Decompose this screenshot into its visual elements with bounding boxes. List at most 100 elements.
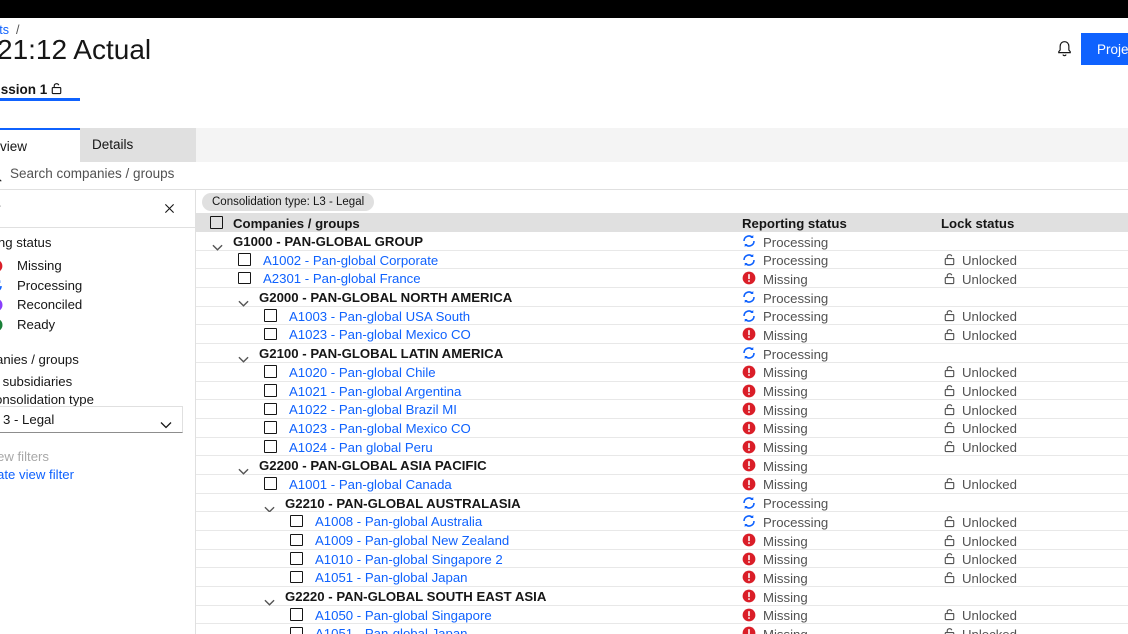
unlock-icon xyxy=(943,477,956,490)
company-link[interactable]: A1023 - Pan-global Mexico CO xyxy=(289,327,471,342)
filter-option-processing[interactable]: Processing xyxy=(0,278,82,293)
filter-option-reconciled[interactable]: Reconciled xyxy=(0,297,82,312)
row-checkbox[interactable] xyxy=(264,328,277,341)
subsidiaries-option[interactable]: l subsidiaries xyxy=(0,374,72,389)
row-checkbox[interactable] xyxy=(290,627,303,634)
table-row[interactable]: A1020 - Pan-global ChileMissingUnlocked xyxy=(196,363,1128,382)
filter-option-missing[interactable]: Missing xyxy=(0,258,62,273)
company-link[interactable]: A1001 - Pan-global Canada xyxy=(289,477,452,492)
reporting-status-label: Processing xyxy=(763,291,828,306)
table-row[interactable]: G2000 - PAN-GLOBAL NORTH AMERICAProcessi… xyxy=(196,288,1128,307)
row-checkbox[interactable] xyxy=(264,421,277,434)
table-row[interactable]: A1023 - Pan-global Mexico COMissingUnloc… xyxy=(196,419,1128,438)
company-link[interactable]: A1050 - Pan-global Singapore xyxy=(315,608,492,623)
unlock-icon xyxy=(943,328,956,341)
chevron-down-icon[interactable] xyxy=(264,500,275,507)
chevron-down-icon[interactable] xyxy=(212,238,223,245)
table-row[interactable]: A1022 - Pan-global Brazil MIMissingUnloc… xyxy=(196,400,1128,419)
lock-status-label: Unlocked xyxy=(962,384,1017,399)
unlock-icon xyxy=(943,534,956,547)
table-row[interactable]: A1024 - Pan global PeruMissingUnlocked xyxy=(196,438,1128,457)
submission-tab[interactable]: ission 1 xyxy=(0,82,47,97)
unlock-icon xyxy=(943,627,956,634)
table-row[interactable]: A1051 - Pan-global JapanMissingUnlocked xyxy=(196,568,1128,587)
company-link[interactable]: A1022 - Pan-global Brazil MI xyxy=(289,402,457,417)
unlock-icon xyxy=(50,82,63,95)
row-checkbox[interactable] xyxy=(290,552,303,565)
table-row[interactable]: A1001 - Pan-global CanadaMissingUnlocked xyxy=(196,475,1128,494)
consolidation-type-dropdown[interactable]: 3 - Legal xyxy=(0,406,183,433)
chevron-down-icon[interactable] xyxy=(238,350,249,357)
lock-status-label: Unlocked xyxy=(962,571,1017,586)
close-icon[interactable] xyxy=(164,201,176,213)
company-link[interactable]: A1021 - Pan-global Argentina xyxy=(289,384,461,399)
table-row[interactable]: A1050 - Pan-global SingaporeMissingUnloc… xyxy=(196,606,1128,625)
unlock-icon xyxy=(943,365,956,378)
company-link[interactable]: A1051 - Pan-global Japan xyxy=(315,570,468,585)
reporting-status-label: Missing xyxy=(763,477,808,492)
chevron-down-icon[interactable] xyxy=(264,593,275,600)
filter-option-label: Processing xyxy=(17,278,82,293)
error-icon xyxy=(742,533,756,547)
group-name: G2210 - PAN-GLOBAL AUSTRALASIA xyxy=(285,496,521,511)
reporting-status-label: Processing xyxy=(763,235,828,250)
company-link[interactable]: A1020 - Pan-global Chile xyxy=(289,365,436,380)
company-link[interactable]: A2301 - Pan-global France xyxy=(263,271,421,286)
table-row[interactable]: A1021 - Pan-global ArgentinaMissingUnloc… xyxy=(196,382,1128,401)
filter-option-label: Missing xyxy=(17,258,62,273)
chevron-down-icon[interactable] xyxy=(238,294,249,301)
unlock-icon xyxy=(943,571,956,584)
row-checkbox[interactable] xyxy=(264,440,277,453)
row-checkbox[interactable] xyxy=(264,365,277,378)
table-row[interactable]: A1009 - Pan-global New ZealandMissingUnl… xyxy=(196,531,1128,550)
row-checkbox[interactable] xyxy=(264,477,277,490)
company-link[interactable]: A1008 - Pan-global Australia xyxy=(315,514,482,529)
company-link[interactable]: A1010 - Pan-global Singapore 2 xyxy=(315,552,503,567)
row-checkbox[interactable] xyxy=(264,309,277,322)
reporting-status-label: Missing xyxy=(763,459,808,474)
company-link[interactable]: A1024 - Pan global Peru xyxy=(289,440,433,455)
table-row[interactable]: A1023 - Pan-global Mexico COMissingUnloc… xyxy=(196,325,1128,344)
company-link[interactable]: A1003 - Pan-global USA South xyxy=(289,309,470,324)
companies-table: Consolidation type: L3 - Legal Companies… xyxy=(196,190,1128,634)
table-row[interactable]: G2200 - PAN-GLOBAL ASIA PACIFICMissing xyxy=(196,456,1128,475)
table-row[interactable]: G1000 - PAN-GLOBAL GROUPProcessing xyxy=(196,232,1128,251)
tab-details[interactable]: Details xyxy=(80,128,196,162)
tab-overview[interactable]: view xyxy=(0,128,80,162)
table-row[interactable]: G2210 - PAN-GLOBAL AUSTRALASIA Processing xyxy=(196,494,1128,513)
row-checkbox[interactable] xyxy=(290,571,303,584)
reporting-status-label: Missing xyxy=(763,440,808,455)
tab-overview-label: view xyxy=(0,139,27,154)
table-row[interactable]: A1003 - Pan-global USA SouthProcessingUn… xyxy=(196,307,1128,326)
row-checkbox[interactable] xyxy=(238,253,251,266)
row-checkbox[interactable] xyxy=(290,534,303,547)
company-link[interactable]: A1002 - Pan-global Corporate xyxy=(263,253,438,268)
table-row[interactable]: A1002 - Pan-global CorporateProcessingUn… xyxy=(196,251,1128,270)
company-link[interactable]: A1009 - Pan-global New Zealand xyxy=(315,533,509,548)
company-link[interactable]: A1023 - Pan-global Mexico CO xyxy=(289,421,471,436)
renew-icon xyxy=(742,346,756,360)
project-button[interactable]: Project xyxy=(1081,33,1128,65)
table-row[interactable]: A2301 - Pan-global FranceMissingUnlocked xyxy=(196,269,1128,288)
table-row[interactable]: G2220 - PAN-GLOBAL SOUTH EAST ASIAMissin… xyxy=(196,587,1128,606)
create-view-filter-link[interactable]: ate view filter xyxy=(0,467,74,482)
search-input[interactable] xyxy=(10,166,430,181)
reporting-status-section-label: ing status xyxy=(0,235,51,250)
row-checkbox[interactable] xyxy=(238,272,251,285)
notification-bell-icon[interactable] xyxy=(1056,40,1073,57)
table-row[interactable]: G2100 - PAN-GLOBAL LATIN AMERICAProcessi… xyxy=(196,344,1128,363)
table-row[interactable]: A1010 - Pan-global Singapore 2MissingUnl… xyxy=(196,550,1128,569)
reporting-status-label: Processing xyxy=(763,496,828,511)
table-row[interactable]: A1008 - Pan-global AustraliaProcessingUn… xyxy=(196,512,1128,531)
filter-option-ready[interactable]: Ready xyxy=(0,317,55,332)
row-checkbox[interactable] xyxy=(264,384,277,397)
chevron-down-icon[interactable] xyxy=(238,462,249,469)
company-link[interactable]: A1051 - Pan-global Japan xyxy=(315,626,468,634)
select-all-checkbox[interactable] xyxy=(210,216,223,229)
row-checkbox[interactable] xyxy=(290,608,303,621)
table-row[interactable]: A1051 - Pan-global JapanMissingUnlocked xyxy=(196,624,1128,634)
row-checkbox[interactable] xyxy=(290,515,303,528)
row-checkbox[interactable] xyxy=(264,403,277,416)
lock-status-label: Unlocked xyxy=(962,515,1017,530)
reporting-status-label: Missing xyxy=(763,534,808,549)
